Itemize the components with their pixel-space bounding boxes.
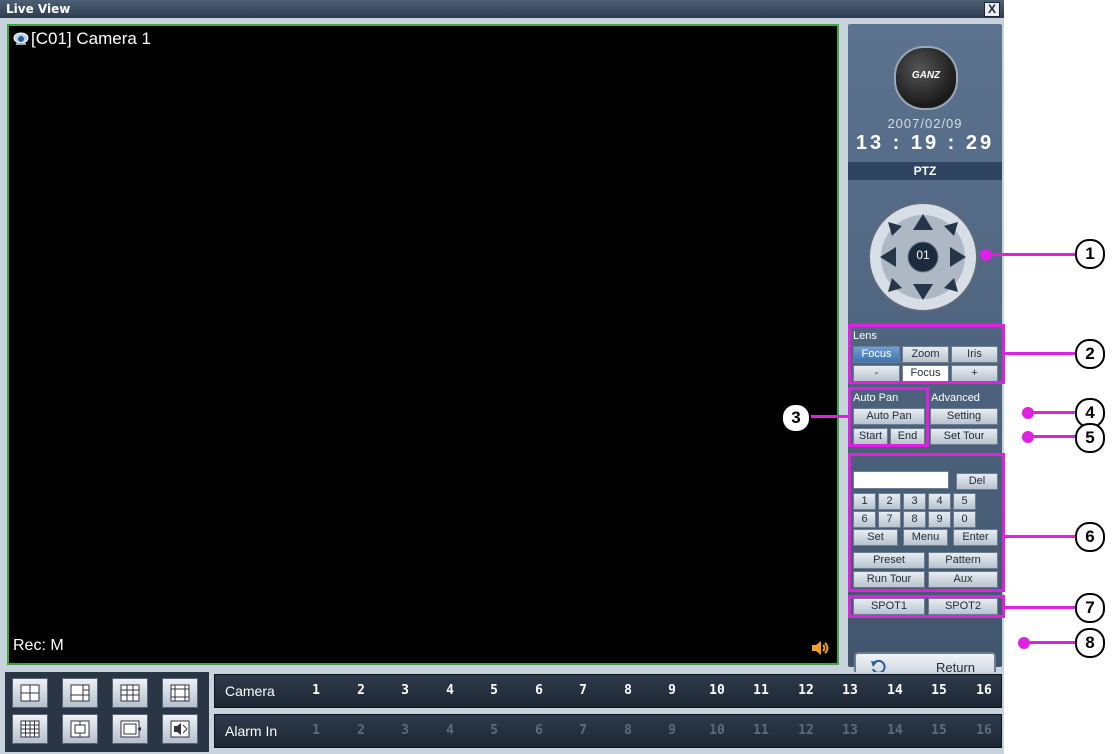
camera-name: [C01] Camera 1 (31, 29, 151, 48)
title-bar: Live View X (0, 0, 1004, 18)
callout-6-line (1004, 535, 1075, 538)
grid-16-icon (20, 720, 40, 738)
rec-mode-label: Rec: M (13, 637, 64, 654)
bottom-bar: Camera 1 2 3 4 5 6 7 8 9 10 11 12 13 14 … (0, 672, 1004, 754)
audio-icon (170, 720, 190, 738)
camera-3-button[interactable]: 3 (390, 683, 420, 698)
audio-button[interactable] (162, 714, 198, 744)
spot-highlight (848, 595, 1005, 618)
camera-2-button[interactable]: 2 (346, 683, 376, 698)
full-screen-icon (70, 720, 90, 738)
alarm-16-indicator: 16 (976, 723, 992, 738)
callout-1-line (986, 253, 1075, 256)
advanced-setting-button[interactable]: Setting (930, 408, 998, 425)
camera-10-button[interactable]: 10 (702, 683, 732, 698)
alarm-12-indicator: 12 (798, 723, 814, 738)
alarm-8-indicator: 8 (624, 723, 632, 738)
camera-row-title: Camera (225, 683, 275, 699)
camera-1-button[interactable]: 1 (301, 683, 331, 698)
camera-label: [C01] Camera 1 (13, 29, 151, 49)
callout-8: 8 (1075, 628, 1105, 658)
alarm-4-indicator: 4 (446, 723, 454, 738)
camera-16-button[interactable]: 16 (969, 683, 999, 698)
grid-4-icon (20, 684, 40, 702)
speaker-icon[interactable] (811, 640, 831, 656)
ganz-logo: GANZ (894, 46, 958, 110)
callout-4-line (1028, 411, 1075, 414)
grid-13-icon (170, 684, 190, 702)
layout-2x2-button[interactable] (12, 678, 48, 708)
camera-icon (13, 32, 29, 45)
callout-3: 3 (781, 403, 811, 433)
camera-channel-row: Camera 1 2 3 4 5 6 7 8 9 10 11 12 13 14 … (214, 674, 1002, 708)
camera-8-button[interactable]: 8 (613, 683, 643, 698)
set-tour-button[interactable]: Set Tour (930, 428, 998, 445)
layout-4x4-button[interactable] (12, 714, 48, 744)
layout-13-button[interactable] (162, 678, 198, 708)
camera-12-button[interactable]: 12 (791, 683, 821, 698)
callout-5: 5 (1075, 423, 1105, 453)
sequence-icon (120, 720, 141, 738)
lens-highlight (848, 324, 1005, 384)
alarm-3-indicator: 3 (401, 723, 409, 738)
camera-13-button[interactable]: 13 (835, 683, 865, 698)
camera-4-button[interactable]: 4 (435, 683, 465, 698)
time-display: 13 : 19 : 29 (855, 132, 995, 154)
video-view[interactable]: [C01] Camera 1 Rec: M (7, 24, 839, 665)
alarm-11-indicator: 11 (753, 723, 769, 738)
alarm-1-indicator: 1 (312, 723, 320, 738)
callout-1: 1 (1075, 239, 1105, 269)
grid-6-icon (70, 684, 90, 702)
camera-14-button[interactable]: 14 (880, 683, 910, 698)
alarm-in-row: Alarm In 1 2 3 4 5 6 7 8 9 10 11 12 13 1… (214, 714, 1002, 748)
alarm-10-indicator: 10 (709, 723, 725, 738)
grid-9-icon (120, 684, 140, 702)
ptz-header: PTZ (848, 162, 1002, 180)
camera-9-button[interactable]: 9 (657, 683, 687, 698)
date-display: 2007/02/09 (887, 116, 963, 131)
callout-5-line (1028, 435, 1075, 438)
camera-7-button[interactable]: 7 (568, 683, 598, 698)
camera-5-button[interactable]: 5 (479, 683, 509, 698)
ptz-direction-pad[interactable]: 01 (866, 202, 980, 312)
alarm-row-title: Alarm In (225, 723, 278, 739)
layout-6-button[interactable] (62, 678, 98, 708)
callout-8-line (1024, 641, 1075, 644)
autopan-highlight (848, 387, 929, 447)
alarm-2-indicator: 2 (357, 723, 365, 738)
callout-6: 6 (1075, 522, 1105, 552)
callout-3-line (811, 415, 848, 418)
camera-11-button[interactable]: 11 (746, 683, 776, 698)
callout-2-line (1004, 352, 1075, 355)
sequence-button[interactable] (112, 714, 148, 744)
layout-3x3-button[interactable] (112, 678, 148, 708)
callout-7-line (1004, 606, 1075, 609)
keypad-highlight (848, 453, 1005, 592)
logo-text: GANZ (911, 70, 941, 81)
alarm-9-indicator: 9 (668, 723, 676, 738)
alarm-5-indicator: 5 (490, 723, 498, 738)
alarm-14-indicator: 14 (887, 723, 903, 738)
alarm-15-indicator: 15 (931, 723, 947, 738)
callout-2: 2 (1075, 339, 1105, 369)
close-button[interactable]: X (984, 2, 1000, 17)
alarm-6-indicator: 6 (535, 723, 543, 738)
full-screen-button[interactable] (62, 714, 98, 744)
window-title: Live View (6, 2, 71, 16)
camera-6-button[interactable]: 6 (524, 683, 554, 698)
camera-15-button[interactable]: 15 (924, 683, 954, 698)
alarm-7-indicator: 7 (579, 723, 587, 738)
alarm-13-indicator: 13 (842, 723, 858, 738)
live-view-window: Live View X [C01] Camera 1 Rec: M GANZ 2… (0, 0, 1005, 754)
advanced-title: Advanced (931, 392, 980, 404)
callout-7: 7 (1075, 593, 1105, 623)
ptz-camera-number: 01 (916, 248, 930, 262)
